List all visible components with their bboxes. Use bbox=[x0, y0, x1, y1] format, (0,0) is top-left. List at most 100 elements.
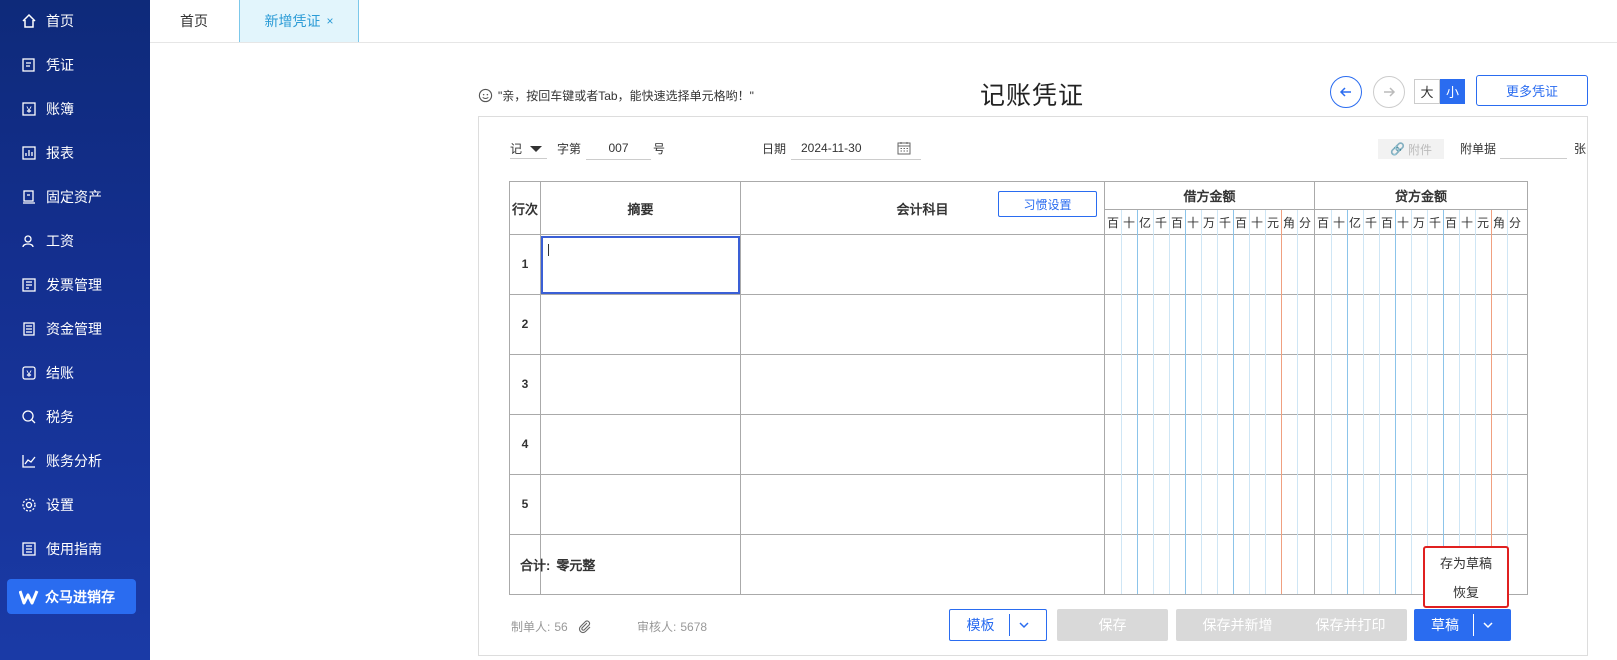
attachment-button[interactable]: 🔗 附件 bbox=[1378, 139, 1444, 159]
row-number: 3 bbox=[521, 377, 529, 391]
credit-digit-header: 万 bbox=[1412, 215, 1425, 230]
row-number: 4 bbox=[521, 437, 529, 451]
svg-text:¥: ¥ bbox=[25, 369, 32, 379]
digit-separator bbox=[1249, 210, 1250, 594]
credit-digit-header: 元 bbox=[1476, 215, 1489, 230]
save-button[interactable]: 保存 bbox=[1057, 609, 1168, 641]
sidebar-item-report[interactable]: 报表 bbox=[0, 133, 150, 173]
size-large-button[interactable]: 大 bbox=[1414, 79, 1440, 104]
digit-separator bbox=[1217, 210, 1218, 594]
template-label: 模板 bbox=[966, 617, 995, 633]
template-button[interactable]: 模板 bbox=[949, 609, 1047, 641]
attached-docs-field[interactable] bbox=[1500, 158, 1567, 159]
total-row: 合计: 零元整 bbox=[520, 534, 595, 594]
paperclip-icon[interactable] bbox=[578, 619, 592, 634]
date-field[interactable]: 2024-11-30 bbox=[791, 141, 921, 160]
more-vouchers-button[interactable]: 更多凭证 bbox=[1476, 75, 1588, 106]
tab-new-voucher[interactable]: 新增凭证 × bbox=[239, 0, 359, 42]
sidebar-item-label: 工资 bbox=[46, 233, 74, 249]
sidebar-item-tax[interactable]: 税务 bbox=[0, 397, 150, 437]
sidebar: 首页 凭证 ¥ 账簿 报表 固定资产 工资 发票管理 资金管理 ¥ 结账 税务 … bbox=[0, 0, 150, 660]
ledger-icon: ¥ bbox=[20, 100, 38, 118]
col-header-row: 行次 bbox=[511, 201, 538, 217]
digit-separator bbox=[1297, 210, 1298, 594]
debit-digit-header: 十 bbox=[1250, 215, 1263, 230]
total-value: 零元整 bbox=[556, 557, 596, 573]
menu-item-save-draft[interactable]: 存为草稿 bbox=[1425, 548, 1507, 577]
analysis-icon bbox=[20, 452, 38, 470]
save-and-print-button[interactable]: 保存并打印 bbox=[1294, 609, 1407, 641]
col-header-credit: 贷方金额 bbox=[1394, 189, 1447, 204]
sidebar-item-home[interactable]: 首页 bbox=[0, 1, 150, 41]
summary-input-active[interactable] bbox=[541, 236, 740, 294]
credit-digit-header: 亿 bbox=[1348, 215, 1361, 230]
sidebar-item-fixed-asset[interactable]: 固定资产 bbox=[0, 177, 150, 217]
debit-digit-header: 千 bbox=[1218, 215, 1231, 230]
digit-separator bbox=[1491, 210, 1492, 594]
attached-docs-label: 附单据 bbox=[1460, 142, 1497, 156]
salary-icon bbox=[20, 232, 38, 250]
debit-digit-header: 角 bbox=[1282, 215, 1295, 230]
caret-down-icon bbox=[530, 145, 543, 152]
text-cursor bbox=[548, 244, 549, 256]
next-voucher-button[interactable] bbox=[1373, 76, 1405, 108]
digit-separator bbox=[1395, 210, 1396, 594]
sidebar-item-label: 固定资产 bbox=[46, 189, 102, 205]
chevron-down-icon[interactable] bbox=[1018, 619, 1030, 631]
sidebar-item-salary[interactable]: 工资 bbox=[0, 221, 150, 261]
sidebar-item-ledger[interactable]: ¥ 账簿 bbox=[0, 89, 150, 129]
digit-separator bbox=[1347, 210, 1348, 594]
sidebar-item-fund[interactable]: 资金管理 bbox=[0, 309, 150, 349]
row-number: 5 bbox=[521, 497, 529, 511]
digit-separator bbox=[1379, 210, 1380, 594]
debit-digit-header: 十 bbox=[1186, 215, 1199, 230]
tab-home[interactable]: 首页 bbox=[150, 0, 238, 42]
sidebar-item-analysis[interactable]: 账务分析 bbox=[0, 441, 150, 481]
sidebar-item-closing[interactable]: ¥ 结账 bbox=[0, 353, 150, 393]
voucher-type-underline bbox=[510, 158, 547, 159]
sidebar-item-label: 账务分析 bbox=[46, 453, 102, 469]
smile-icon bbox=[478, 88, 493, 103]
sidebar-item-settings[interactable]: 设置 bbox=[0, 485, 150, 525]
chevron-down-icon[interactable] bbox=[1482, 619, 1494, 631]
habit-settings-button[interactable]: 习惯设置 bbox=[998, 191, 1097, 217]
voucher-type-select[interactable]: 记 bbox=[510, 140, 543, 157]
voucher-number-field[interactable]: 007 bbox=[586, 141, 651, 160]
credit-digit-header: 十 bbox=[1332, 215, 1345, 230]
prev-voucher-button[interactable] bbox=[1330, 76, 1362, 108]
sidebar-item-voucher[interactable]: 凭证 bbox=[0, 45, 150, 85]
sidebar-item-label: 账簿 bbox=[46, 101, 74, 117]
save-and-new-button[interactable]: 保存并新增 bbox=[1176, 609, 1299, 641]
credit-digit-header: 角 bbox=[1492, 215, 1505, 230]
debit-digit-header: 元 bbox=[1266, 215, 1279, 230]
size-small-button[interactable]: 小 bbox=[1440, 79, 1465, 104]
auditor-value: 5678 bbox=[680, 619, 708, 634]
digit-separator bbox=[1427, 210, 1428, 594]
close-icon[interactable]: × bbox=[326, 14, 333, 28]
maker-value: 56 bbox=[554, 619, 568, 634]
col-header-debit: 借方金额 bbox=[1183, 189, 1236, 204]
button-divider bbox=[1008, 614, 1010, 636]
home-icon bbox=[20, 12, 38, 30]
brand-button[interactable]: 众马进销存 bbox=[7, 579, 136, 614]
credit-digit-header: 分 bbox=[1508, 215, 1521, 230]
calendar-icon[interactable] bbox=[897, 141, 911, 155]
draft-button[interactable]: 草稿 bbox=[1414, 609, 1511, 641]
maker-label: 制单人: bbox=[511, 620, 551, 634]
attached-docs-unit: 张 bbox=[1574, 142, 1587, 156]
credit-digit-header: 百 bbox=[1380, 215, 1393, 230]
arrow-left-icon bbox=[1339, 87, 1351, 97]
sidebar-item-invoice[interactable]: 发票管理 bbox=[0, 265, 150, 305]
voucher-number-value: 007 bbox=[586, 141, 651, 160]
digit-separator bbox=[1459, 210, 1460, 594]
zi-label: 字第 bbox=[557, 142, 582, 156]
sidebar-item-label: 设置 bbox=[46, 497, 74, 513]
menu-item-restore[interactable]: 恢复 bbox=[1425, 577, 1507, 606]
digit-separator bbox=[1153, 210, 1154, 594]
arrow-right-icon bbox=[1384, 87, 1396, 97]
sidebar-item-label: 凭证 bbox=[46, 57, 74, 73]
sidebar-item-guide[interactable]: 使用指南 bbox=[0, 529, 150, 569]
row-number: 2 bbox=[521, 317, 529, 331]
credit-digit-header: 千 bbox=[1428, 215, 1441, 230]
sidebar-item-label: 资金管理 bbox=[46, 321, 102, 337]
